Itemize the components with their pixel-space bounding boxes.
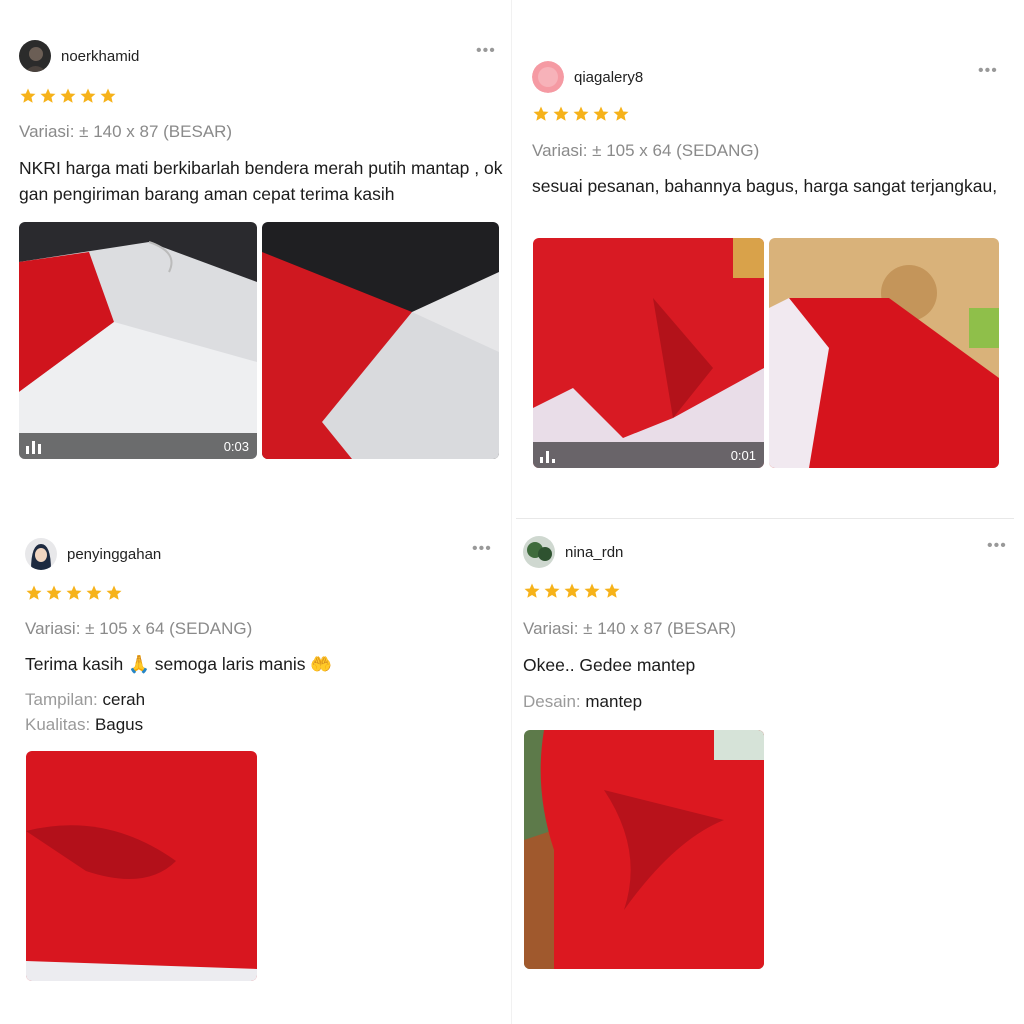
- column-divider: [511, 0, 512, 1024]
- star-icon: [544, 583, 560, 598]
- username[interactable]: noerkhamid: [61, 48, 139, 65]
- star-icon: [26, 585, 42, 600]
- review-photo-thumbnail[interactable]: [524, 730, 764, 969]
- variant-label: Variasi: ± 140 x 87 (BESAR): [523, 619, 737, 638]
- review-text: Terima kasih 🙏 semoga laris manis 🤲: [25, 654, 333, 674]
- attribute-value: cerah: [102, 690, 146, 709]
- attribute-value: mantep: [585, 692, 643, 711]
- user-avatar[interactable]: [523, 536, 555, 568]
- review-photo-thumbnail[interactable]: [26, 751, 257, 981]
- review-attribute: Desain: mantep: [523, 689, 642, 714]
- star-icon: [604, 583, 620, 598]
- review-photo-thumbnail[interactable]: [262, 222, 499, 459]
- review-video-thumbnail[interactable]: 0:01: [533, 238, 764, 468]
- rating-stars: [19, 87, 117, 105]
- review-header: qiagalery8: [532, 61, 643, 93]
- user-avatar[interactable]: [532, 61, 564, 93]
- username[interactable]: penyinggahan: [67, 546, 161, 563]
- attribute-value: Bagus: [94, 715, 144, 734]
- review-attribute: Kualitas: Bagus: [25, 712, 143, 737]
- rating-stars: [523, 582, 621, 600]
- review-photo-thumbnail[interactable]: [769, 238, 999, 468]
- review-attribute: Tampilan: cerah: [25, 687, 145, 712]
- star-icon: [533, 106, 549, 121]
- video-bars-icon: [26, 441, 41, 454]
- username[interactable]: nina_rdn: [565, 544, 623, 561]
- star-icon: [613, 106, 629, 121]
- star-icon: [80, 88, 96, 103]
- more-dots-icon[interactable]: •••: [476, 43, 496, 59]
- star-icon: [100, 88, 116, 103]
- video-duration: 0:01: [730, 448, 756, 463]
- star-icon: [46, 585, 62, 600]
- video-overlay-bar: [533, 442, 764, 468]
- video-duration: 0:03: [223, 439, 249, 454]
- review-video-thumbnail[interactable]: 0:03: [19, 222, 257, 459]
- user-avatar[interactable]: [19, 40, 51, 72]
- video-bars-icon: [540, 451, 555, 463]
- review-text: NKRI harga mati berkibarlah bendera mera…: [19, 158, 503, 204]
- review-header: nina_rdn: [523, 536, 623, 568]
- video-overlay-bar: [19, 433, 257, 459]
- star-icon: [573, 106, 589, 121]
- variant-label: Variasi: ± 105 x 64 (SEDANG): [25, 619, 253, 638]
- more-dots-icon[interactable]: •••: [978, 63, 998, 79]
- rating-stars: [532, 105, 630, 123]
- more-dots-icon[interactable]: •••: [987, 538, 1007, 554]
- row-divider: [516, 518, 1014, 519]
- user-avatar[interactable]: [25, 538, 57, 570]
- variant-label: Variasi: ± 105 x 64 (SEDANG): [532, 141, 760, 160]
- attribute-key: Desain:: [523, 692, 581, 711]
- variant-label: Variasi: ± 140 x 87 (BESAR): [19, 122, 233, 141]
- rating-stars: [25, 584, 123, 602]
- star-icon: [593, 106, 609, 121]
- star-icon: [66, 585, 82, 600]
- attribute-key: Tampilan:: [25, 690, 98, 709]
- review-text: sesuai pesanan, bahannya bagus, harga sa…: [532, 176, 998, 196]
- review-header: noerkhamid: [19, 40, 139, 72]
- star-icon: [584, 583, 600, 598]
- attribute-key: Kualitas:: [25, 715, 91, 734]
- star-icon: [40, 88, 56, 103]
- star-icon: [20, 88, 36, 103]
- star-icon: [106, 585, 122, 600]
- review-text: Okee.. Gedee mantep: [523, 655, 696, 675]
- review-header: penyinggahan: [25, 538, 161, 570]
- star-icon: [564, 583, 580, 598]
- star-icon: [524, 583, 540, 598]
- star-icon: [553, 106, 569, 121]
- more-dots-icon[interactable]: •••: [472, 541, 492, 557]
- username[interactable]: qiagalery8: [574, 69, 643, 86]
- star-icon: [60, 88, 76, 103]
- star-icon: [86, 585, 102, 600]
